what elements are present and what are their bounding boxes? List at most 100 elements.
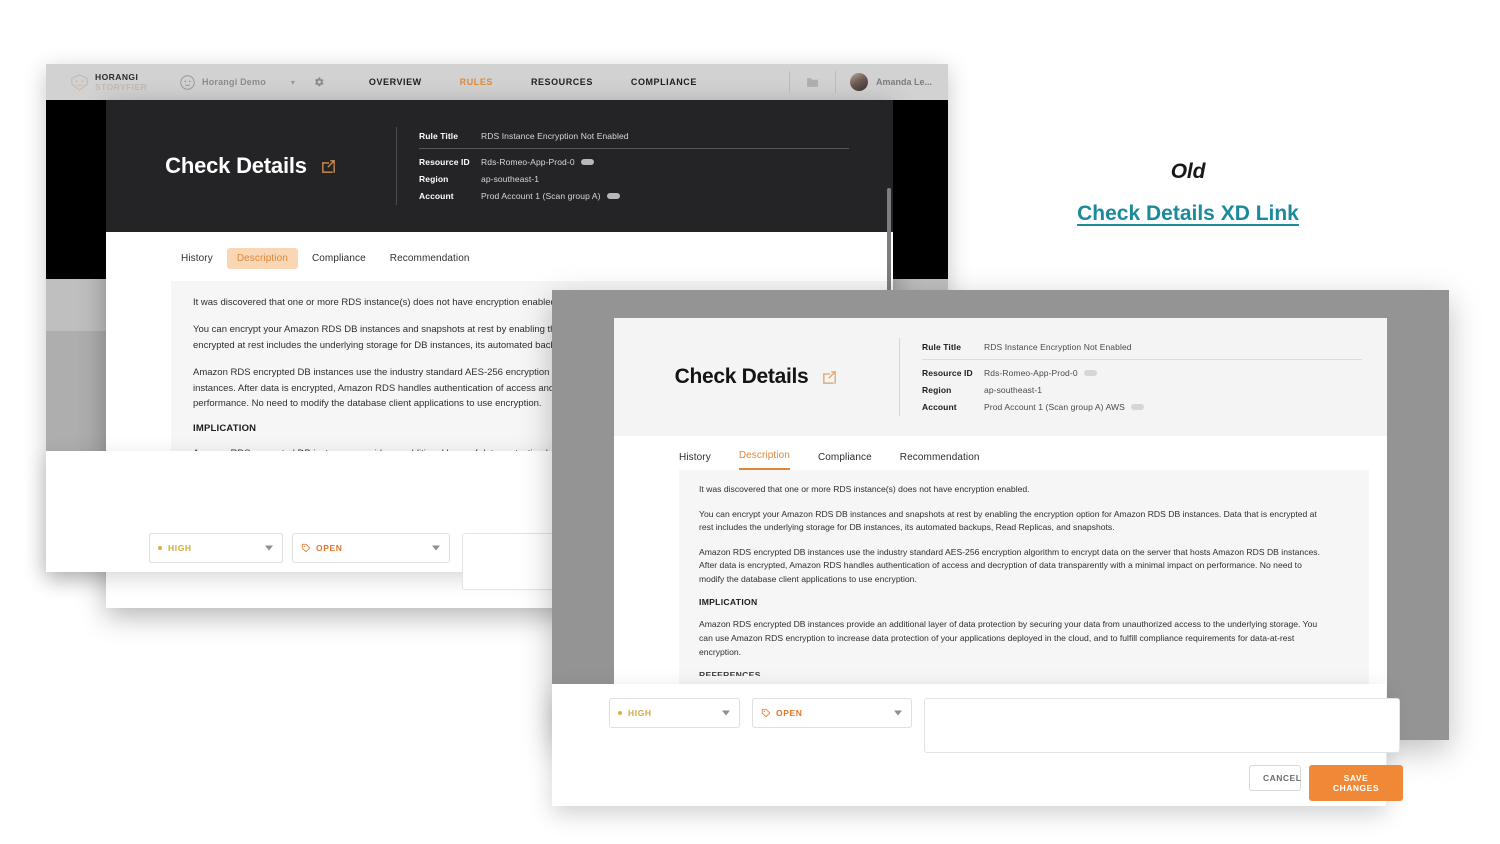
meta-key-region: Region xyxy=(419,174,449,185)
tab-history[interactable]: History xyxy=(679,452,711,470)
note-textarea-new[interactable] xyxy=(924,698,1400,753)
folder-icon[interactable] xyxy=(806,77,819,88)
meta-row-region: Region ap-southeast-1 xyxy=(419,171,836,188)
chevron-down-icon[interactable] xyxy=(432,545,440,551)
severity-value-old: HIGH xyxy=(168,543,192,553)
username-label[interactable]: Amanda Le... xyxy=(876,77,932,87)
tab-history[interactable]: History xyxy=(171,248,223,269)
brand-line-2: STORYFIER xyxy=(95,81,148,92)
severity-select-old[interactable]: HIGH xyxy=(149,533,283,563)
meta-value-resource-id: Rds-Romeo-App-Prod-0 xyxy=(481,157,575,168)
status-select-old[interactable]: OPEN xyxy=(292,533,450,563)
nav-link-rules[interactable]: RULES xyxy=(460,77,493,87)
severity-dot-icon xyxy=(158,546,162,550)
meta-key-rule-title: Rule Title xyxy=(922,341,962,352)
meta-value-region: ap-southeast-1 xyxy=(481,174,540,185)
meta-row-rule-title: Rule Title RDS Instance Encryption Not E… xyxy=(419,127,849,149)
meta-value-resource-id: Rds-Romeo-App-Prod-0 xyxy=(984,368,1078,379)
new-design-mockup: Check Details Rule Title RDS Instance En… xyxy=(552,290,1449,806)
screenshot-canvas: HORANGI STORYFIER Horangi Demo ▾ OVERVIE… xyxy=(0,0,1500,844)
tab-description[interactable]: Description xyxy=(738,450,790,470)
meta-key-region: Region xyxy=(922,385,952,396)
meta-row-rule-title: Rule Title RDS Instance Encryption Not E… xyxy=(922,338,1362,360)
tab-bar-old: History Description Compliance Recommend… xyxy=(106,232,893,281)
meta-key-resource-id: Resource ID xyxy=(419,157,470,168)
modal-title-group-old: Check Details xyxy=(106,153,396,179)
xd-link[interactable]: Check Details XD Link xyxy=(1020,202,1356,226)
desc-implication-heading: IMPLICATION xyxy=(699,597,758,608)
severity-dot-icon xyxy=(618,711,622,715)
chevron-down-icon[interactable] xyxy=(894,710,902,716)
gear-icon[interactable] xyxy=(313,76,325,88)
desc-intro: It was discovered that one or more RDS i… xyxy=(699,484,1030,494)
meta-key-account: Account xyxy=(419,191,454,202)
nav-right-group: Amanda Le... xyxy=(788,64,948,100)
brand-logo[interactable]: HORANGI STORYFIER xyxy=(46,73,168,91)
external-link-icon[interactable] xyxy=(821,369,838,386)
primary-nav-links: OVERVIEW RULES RESOURCES COMPLIANCE xyxy=(369,77,697,87)
meta-row-resource-id: Resource ID Rds-Romeo-App-Prod-0 xyxy=(922,365,1359,382)
nav-link-overview[interactable]: OVERVIEW xyxy=(369,77,422,87)
modal-header-new: Check Details Rule Title RDS Instance En… xyxy=(614,318,1387,436)
meta-value-account: Prod Account 1 (Scan group A) xyxy=(481,191,601,202)
nav-link-compliance[interactable]: COMPLIANCE xyxy=(631,77,697,87)
external-link-icon[interactable] xyxy=(320,158,337,175)
page-title-new: Check Details xyxy=(674,365,809,388)
tag-icon xyxy=(761,708,771,718)
copy-badge-icon[interactable] xyxy=(580,159,594,166)
severity-select-new[interactable]: HIGH xyxy=(609,698,740,728)
chevron-down-icon[interactable] xyxy=(265,545,273,551)
tab-description[interactable]: Description xyxy=(226,248,298,269)
meta-value-rule-title: RDS Instance Encryption Not Enabled xyxy=(481,130,629,141)
rule-meta-new: Rule Title RDS Instance Encryption Not E… xyxy=(899,338,1362,416)
tab-compliance[interactable]: Compliance xyxy=(818,452,872,470)
desc-para-3: Amazon RDS encrypted DB instances provid… xyxy=(699,619,1318,657)
meta-value-account: Prod Account 1 (Scan group A) AWS xyxy=(984,402,1125,413)
chevron-down-icon[interactable]: ▾ xyxy=(291,78,295,87)
tenant-avatar-icon xyxy=(180,74,195,90)
provider-badge-icon[interactable] xyxy=(1130,404,1144,411)
tab-compliance[interactable]: Compliance xyxy=(302,248,376,269)
meta-value-rule-title: RDS Instance Encryption Not Enabled xyxy=(984,341,1132,352)
desc-para-1: You can encrypt your Amazon RDS DB insta… xyxy=(699,508,1317,533)
meta-key-rule-title: Rule Title xyxy=(419,130,459,141)
tab-recommendation[interactable]: Recommendation xyxy=(900,452,980,470)
meta-row-region: Region ap-southeast-1 xyxy=(922,382,1359,399)
top-navigation-bar: HORANGI STORYFIER Horangi Demo ▾ OVERVIE… xyxy=(46,64,948,100)
tenant-name: Horangi Demo xyxy=(202,77,266,87)
modal-title-group-new: Check Details xyxy=(614,365,899,389)
modal-footer-new: HIGH OPEN CANCEL SAVE CHANGES xyxy=(552,684,1403,806)
cancel-button[interactable]: CANCEL xyxy=(1249,765,1301,791)
meta-row-account: Account Prod Account 1 (Scan group A) xyxy=(419,188,836,205)
meta-key-resource-id: Resource ID xyxy=(922,368,973,379)
annotation-old-label: Old xyxy=(1170,160,1206,183)
desc-references-heading: REFERENCES xyxy=(699,670,761,677)
status-value-old: OPEN xyxy=(316,543,343,553)
status-select-new[interactable]: OPEN xyxy=(752,698,912,728)
tenant-selector[interactable]: Horangi Demo ▾ xyxy=(180,74,295,90)
nav-link-resources[interactable]: RESOURCES xyxy=(531,77,593,87)
meta-row-resource-id: Resource ID Rds-Romeo-App-Prod-0 xyxy=(419,154,836,171)
horangi-tiger-icon xyxy=(71,73,88,91)
status-value-new: OPEN xyxy=(776,708,803,718)
desc-para-2: Amazon RDS encrypted DB instances use th… xyxy=(699,546,1320,584)
nav-divider-2 xyxy=(834,71,836,93)
nav-divider xyxy=(788,71,790,93)
copy-badge-icon[interactable] xyxy=(1083,370,1097,377)
meta-key-account: Account xyxy=(922,402,957,413)
meta-row-account: Account Prod Account 1 (Scan group A) AW… xyxy=(922,399,1359,416)
meta-value-region: ap-southeast-1 xyxy=(984,385,1043,396)
avatar[interactable] xyxy=(849,73,868,91)
modal-header-old: Check Details Rule Title RDS Instance En… xyxy=(106,100,893,318)
page-title-old: Check Details xyxy=(165,153,307,178)
severity-value-new: HIGH xyxy=(628,708,652,718)
save-changes-button[interactable]: SAVE CHANGES xyxy=(1309,765,1403,801)
tab-recommendation[interactable]: Recommendation xyxy=(380,248,480,269)
rule-meta-old: Rule Title RDS Instance Encryption Not E… xyxy=(396,127,849,205)
chevron-down-icon[interactable] xyxy=(722,710,730,716)
tag-icon xyxy=(301,543,311,553)
provider-badge-icon[interactable] xyxy=(606,193,620,200)
brand-line-1: HORANGI xyxy=(95,72,139,82)
description-content-new: It was discovered that one or more RDS i… xyxy=(679,470,1369,687)
tab-bar-new: History Description Compliance Recommend… xyxy=(614,436,1387,470)
